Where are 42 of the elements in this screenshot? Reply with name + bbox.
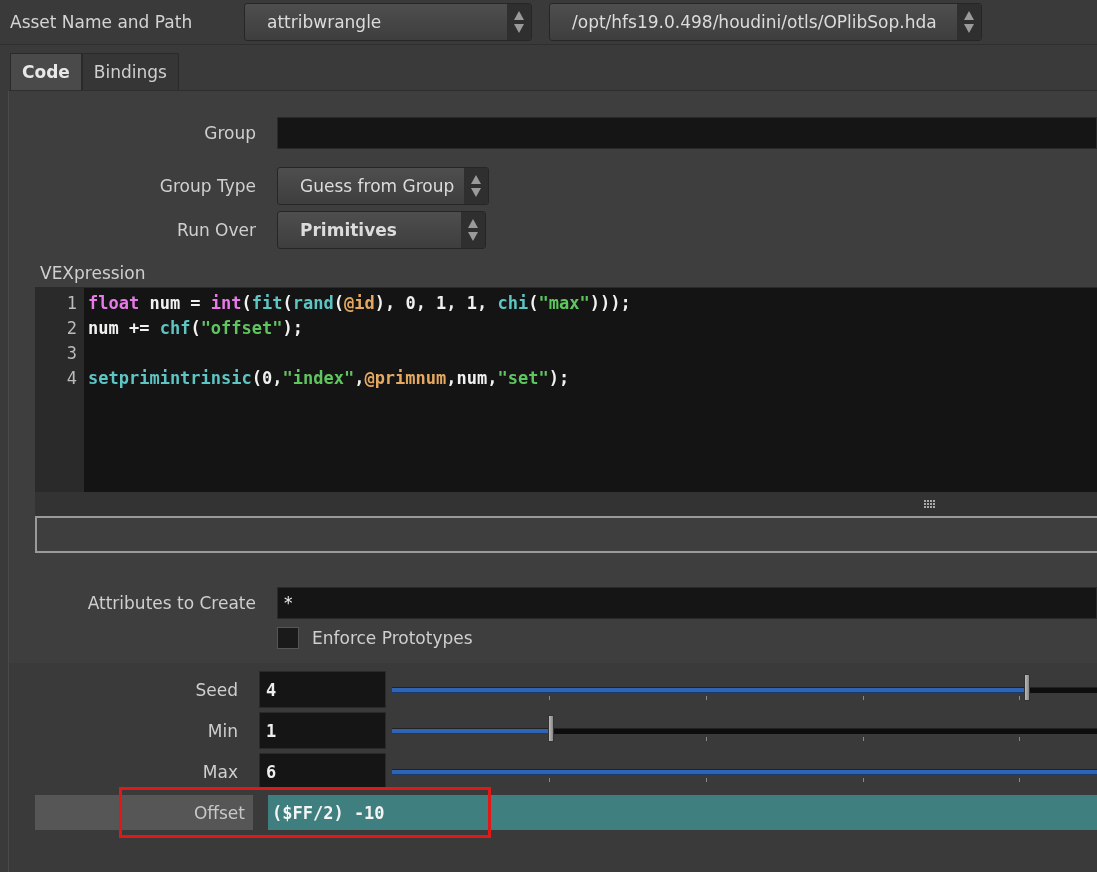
run-over-dropdown[interactable]: Primitives — [277, 211, 486, 249]
group-label: Group — [203, 123, 256, 143]
slider-handle[interactable] — [1023, 673, 1030, 701]
offset-label: Offset — [35, 795, 253, 830]
attributes-label: Attributes to Create — [86, 593, 256, 613]
slider-label: Min — [206, 720, 238, 741]
line-number: 1 — [65, 292, 78, 315]
checkbox[interactable] — [277, 627, 299, 649]
slider-track[interactable] — [392, 768, 1097, 775]
line-number: 4 — [65, 367, 78, 390]
group-type-label: Group Type — [158, 176, 256, 196]
asset-path-dropdown[interactable]: /opt/hfs19.0.498/houdini/otls/OPlibSop.hda — [549, 3, 982, 41]
number-field[interactable]: 4 — [259, 671, 386, 708]
code-line: float num = int(fit(rand(@id), 0, 1, 1, chi("max"))); — [88, 292, 632, 315]
group-type-dropdown[interactable]: Guess from Group — [277, 167, 489, 205]
grip-icon[interactable] — [924, 500, 936, 508]
code-line: num += chf("offset"); — [88, 317, 304, 340]
up-down-arrows-icon — [513, 9, 525, 35]
up-down-arrows-icon — [467, 217, 479, 243]
group-field[interactable] — [277, 117, 1097, 149]
code-line: setprimintrinsic(0,"index",@primnum,num,"set"); — [88, 367, 571, 390]
offset-field[interactable]: ($FF/2) -10 — [268, 795, 1097, 830]
run-over-label: Run Over — [176, 220, 256, 240]
up-down-arrows-icon — [963, 9, 975, 35]
asset-label: Asset Name and Path — [10, 12, 194, 32]
checkbox-label: Enforce Prototypes — [312, 628, 473, 648]
asset-name-dropdown[interactable]: attribwrangle — [244, 3, 532, 41]
vexpression-label: VEXpression — [39, 262, 147, 285]
slider-label: Max — [201, 761, 238, 782]
line-number: 3 — [65, 342, 78, 365]
slider-handle[interactable] — [548, 714, 555, 742]
slider-label: Seed — [194, 679, 238, 700]
line-number: 2 — [65, 317, 78, 340]
number-field[interactable]: 1 — [259, 712, 386, 749]
slider-track[interactable] — [392, 727, 1097, 734]
slider-track[interactable] — [392, 686, 1097, 693]
tab[interactable]: Code — [10, 53, 82, 90]
input-field[interactable] — [35, 516, 1097, 553]
up-down-arrows-icon — [470, 173, 482, 199]
code-editor[interactable]: float num = int(fit(rand(@id), 0, 1, 1, chi("max"))); num += chf("offset"); setprimintrinsic(0,"index",@primnum,num,"set"); — [84, 288, 1097, 492]
tab[interactable]: Bindings — [81, 53, 179, 90]
attributes-field[interactable]: * — [277, 587, 1097, 619]
